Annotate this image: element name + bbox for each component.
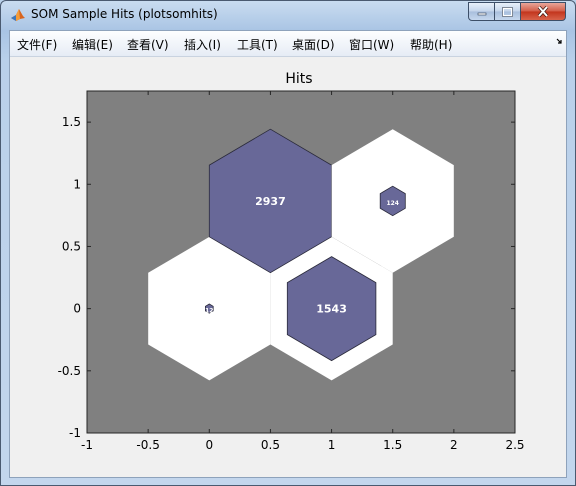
menu-help[interactable]: 帮助(H) bbox=[410, 36, 452, 53]
x-tick-label-5: 1.5 bbox=[383, 438, 402, 452]
chart-title: Hits bbox=[285, 71, 312, 87]
menu-file[interactable]: 文件(F) bbox=[17, 36, 57, 53]
maximize-icon bbox=[502, 6, 513, 17]
figure-window: SOM Sample Hits (plotsomhits) 文件(F) 编辑(E… bbox=[0, 0, 576, 486]
x-tick-label-0: -1 bbox=[81, 438, 93, 452]
x-tick-label-3: 0.5 bbox=[261, 438, 280, 452]
figure-client-area: 文件(F) 编辑(E) 查看(V) 插入(I) 工具(T) 桌面(D) 窗口(W… bbox=[9, 30, 567, 478]
y-tick-label-2: 0.5 bbox=[62, 239, 81, 253]
close-icon bbox=[537, 6, 549, 17]
x-tick-label-7: 2.5 bbox=[505, 438, 524, 452]
figure-canvas: Hits 12 1543 2937 124 -1 -0.5 0 0.5 1 1.5 2 2.5 1.5… bbox=[10, 57, 566, 477]
menubar-overflow-icon[interactable] bbox=[556, 38, 564, 46]
y-tick-label-3: 0 bbox=[73, 302, 81, 316]
menu-desktop[interactable]: 桌面(D) bbox=[292, 36, 335, 53]
window-title: SOM Sample Hits (plotsomhits) bbox=[31, 7, 218, 21]
x-tick-label-1: -0.5 bbox=[136, 438, 159, 452]
minimize-button[interactable] bbox=[468, 2, 495, 21]
menu-insert[interactable]: 插入(I) bbox=[184, 36, 221, 53]
hit-count-label-2: 2937 bbox=[255, 195, 286, 208]
menu-edit[interactable]: 编辑(E) bbox=[72, 36, 113, 53]
x-tick-label-6: 2 bbox=[450, 438, 458, 452]
y-tick-label-1: 1 bbox=[73, 177, 81, 191]
y-tick-label-0: 1.5 bbox=[62, 115, 81, 129]
y-tick-label-5: -1 bbox=[69, 426, 81, 440]
menu-view[interactable]: 查看(V) bbox=[127, 36, 169, 53]
menu-window[interactable]: 窗口(W) bbox=[349, 36, 394, 53]
x-tick-label-2: 0 bbox=[205, 438, 213, 452]
minimize-icon bbox=[477, 12, 486, 15]
maximize-button[interactable] bbox=[494, 2, 521, 21]
y-tick-label-4: -0.5 bbox=[58, 364, 81, 378]
title-bar[interactable]: SOM Sample Hits (plotsomhits) bbox=[1, 1, 575, 29]
hit-count-label-3: 124 bbox=[386, 200, 399, 207]
menu-bar: 文件(F) 编辑(E) 查看(V) 插入(I) 工具(T) 桌面(D) 窗口(W… bbox=[10, 31, 566, 57]
close-button[interactable] bbox=[520, 2, 566, 21]
x-tick-label-4: 1 bbox=[328, 438, 336, 452]
hit-count-label-0: 12 bbox=[205, 308, 213, 315]
menu-tools[interactable]: 工具(T) bbox=[237, 36, 278, 53]
hits-chart: Hits 12 1543 2937 124 -1 -0.5 0 0.5 1 1.5 2 2.5 1.5… bbox=[58, 71, 525, 452]
matlab-icon bbox=[11, 9, 25, 21]
hit-count-label-1: 1543 bbox=[316, 303, 347, 316]
